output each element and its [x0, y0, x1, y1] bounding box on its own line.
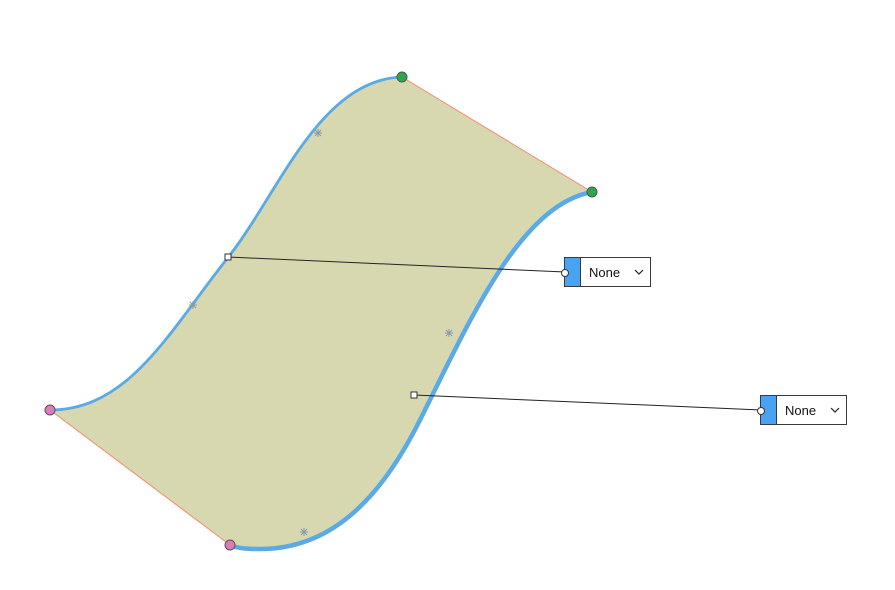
asterisk-marker-3: [445, 329, 453, 337]
end-point-right[interactable]: [586, 186, 598, 198]
dropdown-accent-tab: [757, 396, 777, 424]
tangency-dropdown-1[interactable]: None: [561, 257, 651, 287]
surface-face[interactable]: [50, 77, 592, 550]
curve-handle-left[interactable]: [224, 253, 232, 261]
dropdown-value: None: [589, 264, 621, 280]
asterisk-marker-1: [314, 129, 322, 137]
dropdown-accent-tab: [561, 258, 581, 286]
connector-port: [561, 269, 569, 277]
end-point-left[interactable]: [396, 71, 408, 83]
chevron-down-icon[interactable]: [628, 258, 650, 286]
connector-port: [757, 407, 765, 415]
asterisk-marker-2: [189, 301, 197, 309]
chevron-down-icon[interactable]: [824, 396, 846, 424]
connector-line-2: [413, 394, 762, 411]
start-point-left[interactable]: [44, 404, 56, 416]
curve-handle-right[interactable]: [410, 391, 418, 399]
dropdown-value: None: [785, 402, 817, 418]
loft-surface-canvas[interactable]: [0, 0, 895, 590]
asterisk-marker-4: [300, 528, 308, 536]
tangency-dropdown-2[interactable]: None: [757, 395, 847, 425]
start-point-right[interactable]: [224, 539, 236, 551]
